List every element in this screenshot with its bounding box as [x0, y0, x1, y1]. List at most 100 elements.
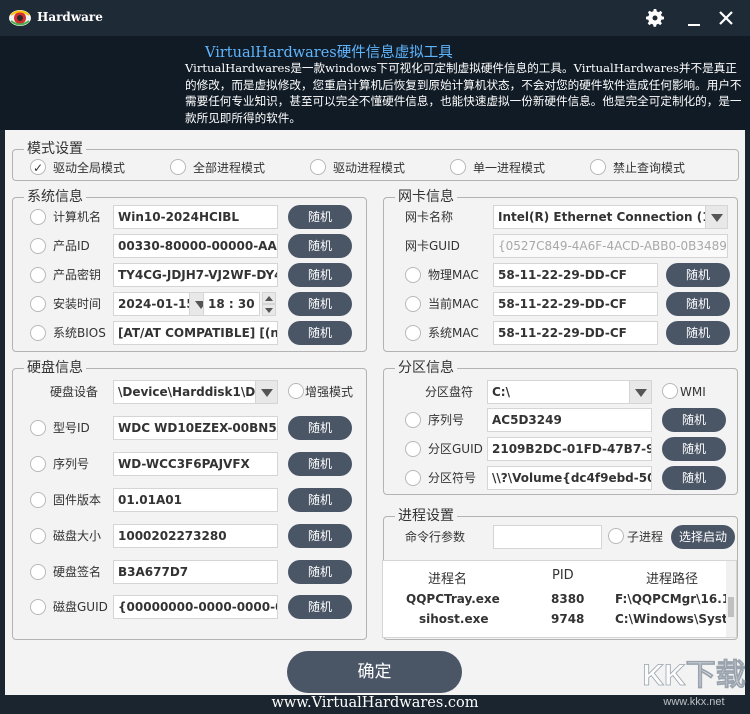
install-time-field[interactable]: 18 : 30 [204, 292, 260, 316]
phys-mac-radio[interactable] [405, 267, 421, 283]
table-header-path: 进程路径 [646, 572, 699, 587]
child-process-radio[interactable] [608, 528, 624, 544]
partition-guid-field[interactable]: 2109B2DC-01FD-47B7-97C [487, 437, 652, 461]
disk-size-field[interactable]: 1000202273280 [113, 524, 278, 548]
mode-radio-all-process[interactable] [170, 159, 186, 175]
disk-model-field[interactable]: WDC WD10EZEX-00BN5A( [113, 416, 278, 440]
spin-down-icon[interactable] [262, 304, 276, 316]
disk-size-random-button[interactable]: 随机 [288, 524, 352, 548]
enhanced-mode-radio[interactable] [288, 383, 304, 399]
enhanced-mode-label: 增强模式 [305, 385, 354, 399]
minimize-icon[interactable] [682, 6, 706, 30]
footer-url[interactable]: www.VirtualHardwares.com [0, 695, 750, 711]
time-spinner[interactable] [262, 292, 276, 316]
settings-icon[interactable] [643, 6, 667, 30]
firmware-random-button[interactable]: 随机 [288, 488, 352, 512]
computer-name-random-button[interactable]: 随机 [288, 205, 352, 229]
partition-symbol-random-button[interactable]: 随机 [662, 466, 726, 490]
product-id-field[interactable]: 00330-80000-00000-AA933 [113, 234, 278, 258]
partition-dropdown-icon[interactable] [629, 381, 651, 403]
install-date-field[interactable]: 2024-01-15 [113, 292, 204, 316]
system-title: 系统信息 [24, 189, 86, 205]
product-id-random-button[interactable]: 随机 [288, 234, 352, 258]
product-id-radio[interactable] [30, 238, 46, 254]
partition-symbol-field[interactable]: \\?\Volume{dc4f9ebd-500 [487, 466, 652, 490]
disk-size-radio[interactable] [30, 528, 46, 544]
wmi-radio[interactable] [662, 383, 678, 399]
mode-radio-driver-global[interactable]: ✓ [30, 159, 46, 175]
nic-name-select[interactable]: Intel(R) Ethernet Connection (14) [493, 205, 728, 229]
process-path-cell: C:\Windows\Syster [615, 612, 737, 626]
product-id-label: 产品ID [53, 239, 90, 253]
partition-serial-radio[interactable] [405, 412, 421, 428]
disk-signature-radio[interactable] [30, 564, 46, 580]
partition-serial-label: 序列号 [428, 413, 465, 427]
disk-guid-random-button[interactable]: 随机 [288, 595, 352, 619]
process-table: 进程名 PID 进程路径 QQPCTray.exe 8380 F:\QQPCMg… [382, 560, 737, 638]
date-dropdown-icon[interactable] [189, 293, 203, 315]
child-process-label: 子进程 [627, 530, 664, 544]
sys-mac-radio[interactable] [405, 325, 421, 341]
partition-guid-radio[interactable] [405, 441, 421, 457]
product-key-radio[interactable] [30, 267, 46, 283]
partition-drive-label: 分区盘符 [425, 385, 474, 399]
partition-symbol-radio[interactable] [405, 470, 421, 486]
close-icon[interactable] [714, 6, 738, 30]
disk-serial-field[interactable]: WD-WCC3F6PAJVFX [113, 452, 278, 476]
table-scrollbar[interactable] [726, 561, 736, 637]
install-time-radio[interactable] [30, 296, 46, 312]
curr-mac-random-button[interactable]: 随机 [666, 292, 730, 316]
disk-guid-field[interactable]: {00000000-0000-0000-000( [113, 595, 278, 619]
computer-name-field[interactable]: Win10-2024HCIBL [113, 205, 278, 229]
disk-dropdown-icon[interactable] [255, 381, 277, 403]
select-start-button[interactable]: 选择启动 [671, 525, 735, 549]
mode-radio-driver-process[interactable] [310, 159, 326, 175]
phys-mac-field[interactable]: 58-11-22-29-DD-CF [493, 263, 658, 287]
curr-mac-radio[interactable] [405, 296, 421, 312]
sys-mac-field[interactable]: 58-11-22-29-DD-CF [493, 321, 658, 345]
computer-name-radio[interactable] [30, 209, 46, 225]
confirm-button[interactable]: 确定 [287, 651, 462, 693]
disk-signature-random-button[interactable]: 随机 [288, 560, 352, 584]
wmi-label: WMI [680, 385, 706, 399]
disk-guid-radio[interactable] [30, 599, 46, 615]
product-key-random-button[interactable]: 随机 [288, 263, 352, 287]
curr-mac-label: 当前MAC [428, 297, 479, 311]
mode-label-single-process: 单一进程模式 [473, 161, 546, 175]
bios-field[interactable]: [AT/AT COMPATIBLE] [(n [113, 321, 278, 345]
partition-serial-field[interactable]: AC5D3249 [487, 408, 652, 432]
nic-dropdown-icon[interactable] [705, 206, 727, 228]
process-pid-cell: 8380 [551, 592, 585, 606]
curr-mac-field[interactable]: 58-11-22-29-DD-CF [493, 292, 658, 316]
disk-serial-label: 序列号 [53, 457, 90, 471]
sys-mac-random-button[interactable]: 随机 [666, 321, 730, 345]
bios-random-button[interactable]: 随机 [288, 321, 352, 345]
product-key-field[interactable]: TY4CG-JDJH7-VJ2WF-DY4 [113, 263, 278, 287]
phys-mac-random-button[interactable]: 随机 [666, 263, 730, 287]
disk-device-select[interactable]: \Device\Harddisk1\DI [113, 380, 278, 404]
cmd-args-field[interactable] [493, 525, 602, 549]
partition-guid-random-button[interactable]: 随机 [662, 437, 726, 461]
mode-radio-no-query[interactable] [590, 159, 606, 175]
disk-model-radio[interactable] [30, 420, 46, 436]
disk-device-value: \Device\Harddisk1\DI [118, 385, 260, 399]
disk-signature-field[interactable]: B3A677D7 [113, 560, 278, 584]
check-icon: ✓ [33, 161, 44, 175]
bios-radio[interactable] [30, 325, 46, 341]
computer-name-label: 计算机名 [53, 210, 102, 224]
partition-serial-random-button[interactable]: 随机 [662, 408, 726, 432]
firmware-radio[interactable] [30, 492, 46, 508]
product-key-label: 产品密钥 [53, 268, 102, 282]
mode-radio-single-process[interactable] [450, 159, 466, 175]
disk-model-label: 型号ID [53, 421, 90, 435]
partition-drive-select[interactable]: C:\ [487, 380, 652, 404]
mode-label-all-process: 全部进程模式 [193, 161, 266, 175]
disk-serial-radio[interactable] [30, 456, 46, 472]
disk-serial-random-button[interactable]: 随机 [288, 452, 352, 476]
scrollbar-thumb[interactable] [728, 597, 734, 617]
disk-size-label: 磁盘大小 [53, 529, 102, 543]
install-time-random-button[interactable]: 随机 [288, 292, 352, 316]
spin-up-icon[interactable] [262, 292, 276, 304]
firmware-field[interactable]: 01.01A01 [113, 488, 278, 512]
disk-model-random-button[interactable]: 随机 [288, 416, 352, 440]
